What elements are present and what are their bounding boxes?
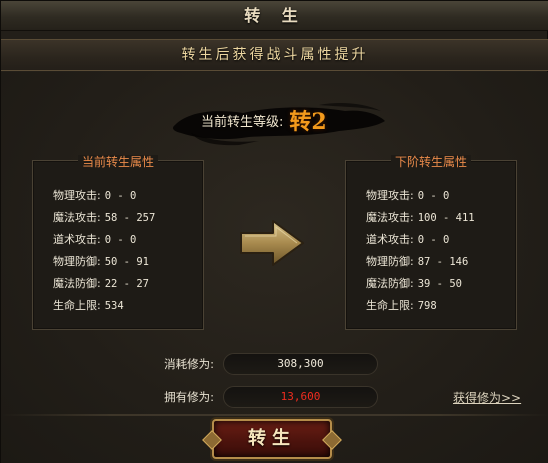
stat-value: 0 - 0	[104, 234, 137, 246]
stat-label: 生命上限:	[53, 299, 101, 312]
get-cultivation-link[interactable]: 获得修为>>	[453, 389, 521, 406]
next-attributes-list: 物理攻击: 0 - 0 魔法攻击: 100 - 411 道术攻击: 0 - 0 物理防…	[366, 185, 475, 317]
stat-row: 物理攻击: 0 - 0	[366, 185, 475, 207]
stat-row: 魔法防御: 39 - 50	[366, 273, 475, 295]
stat-row: 物理防御: 87 - 146	[366, 251, 475, 273]
stat-row: 魔法防御: 22 - 27	[53, 273, 155, 295]
stat-value: 50 - 91	[104, 256, 149, 268]
stat-row: 生命上限: 798	[366, 295, 475, 317]
stat-value: 39 - 50	[417, 278, 462, 290]
stat-value: 58 - 257	[104, 212, 156, 224]
stat-value: 22 - 27	[104, 278, 149, 290]
bottom-divider	[1, 414, 548, 416]
owned-value-field: 13,600	[223, 386, 378, 408]
stat-label: 物理攻击:	[53, 189, 101, 202]
stat-label: 魔法防御:	[53, 277, 101, 290]
stat-row: 生命上限: 534	[53, 295, 155, 317]
stat-label: 魔法攻击:	[53, 211, 101, 224]
stat-label: 生命上限:	[366, 299, 414, 312]
stat-value: 534	[104, 300, 124, 312]
rebirth-level-value: 转2	[289, 109, 327, 135]
stat-value: 0 - 0	[104, 190, 137, 202]
right-arrow-icon	[240, 220, 304, 266]
window-subtitle: 转生后获得战斗属性提升	[181, 47, 369, 63]
current-attributes-title: 当前转生属性	[77, 155, 158, 169]
stat-label: 道术攻击:	[53, 233, 101, 246]
consume-label: 消耗修为:	[164, 357, 214, 371]
owned-label: 拥有修为:	[164, 390, 214, 404]
next-attributes-panel: 下阶转生属性 物理攻击: 0 - 0 魔法攻击: 100 - 411 道术攻击: 0 …	[345, 155, 517, 330]
stat-label: 物理防御:	[53, 255, 101, 268]
next-attributes-title: 下阶转生属性	[390, 155, 471, 169]
stat-row: 物理攻击: 0 - 0	[53, 185, 155, 207]
stat-row: 道术攻击: 0 - 0	[366, 229, 475, 251]
rebirth-level-label: 当前转生等级:	[201, 114, 284, 130]
stat-label: 道术攻击:	[366, 233, 414, 246]
rebirth-window: 转 生 转生后获得战斗属性提升 当前转生等级: 转2 当前转生属性 物理攻击: 0…	[0, 0, 548, 463]
consume-value-field: 308,300	[223, 353, 378, 375]
title-bar[interactable]: 转 生	[1, 1, 548, 31]
stat-label: 魔法防御:	[366, 277, 414, 290]
stat-label: 物理攻击:	[366, 189, 414, 202]
stat-label: 物理防御:	[366, 255, 414, 268]
consume-row: 消耗修为: 308,300	[1, 353, 548, 375]
stat-value: 87 - 146	[417, 256, 469, 268]
stat-value: 0 - 0	[417, 190, 450, 202]
rebirth-level: 当前转生等级: 转2	[201, 105, 327, 135]
rebirth-button[interactable]: 转生	[212, 419, 332, 459]
stat-row: 魔法攻击: 100 - 411	[366, 207, 475, 229]
stat-row: 物理防御: 50 - 91	[53, 251, 155, 273]
stat-value: 798	[417, 300, 437, 312]
rebirth-button-label: 转生	[248, 428, 296, 449]
stat-value: 100 - 411	[417, 212, 475, 224]
subtitle-bar: 转生后获得战斗属性提升	[1, 39, 548, 71]
stat-row: 魔法攻击: 58 - 257	[53, 207, 155, 229]
stat-label: 魔法攻击:	[366, 211, 414, 224]
window-title: 转 生	[244, 6, 306, 25]
current-attributes-list: 物理攻击: 0 - 0 魔法攻击: 58 - 257 道术攻击: 0 - 0 物理防御…	[53, 185, 155, 317]
stat-row: 道术攻击: 0 - 0	[53, 229, 155, 251]
stat-value: 0 - 0	[417, 234, 450, 246]
current-attributes-panel: 当前转生属性 物理攻击: 0 - 0 魔法攻击: 58 - 257 道术攻击: 0 -…	[32, 155, 204, 330]
